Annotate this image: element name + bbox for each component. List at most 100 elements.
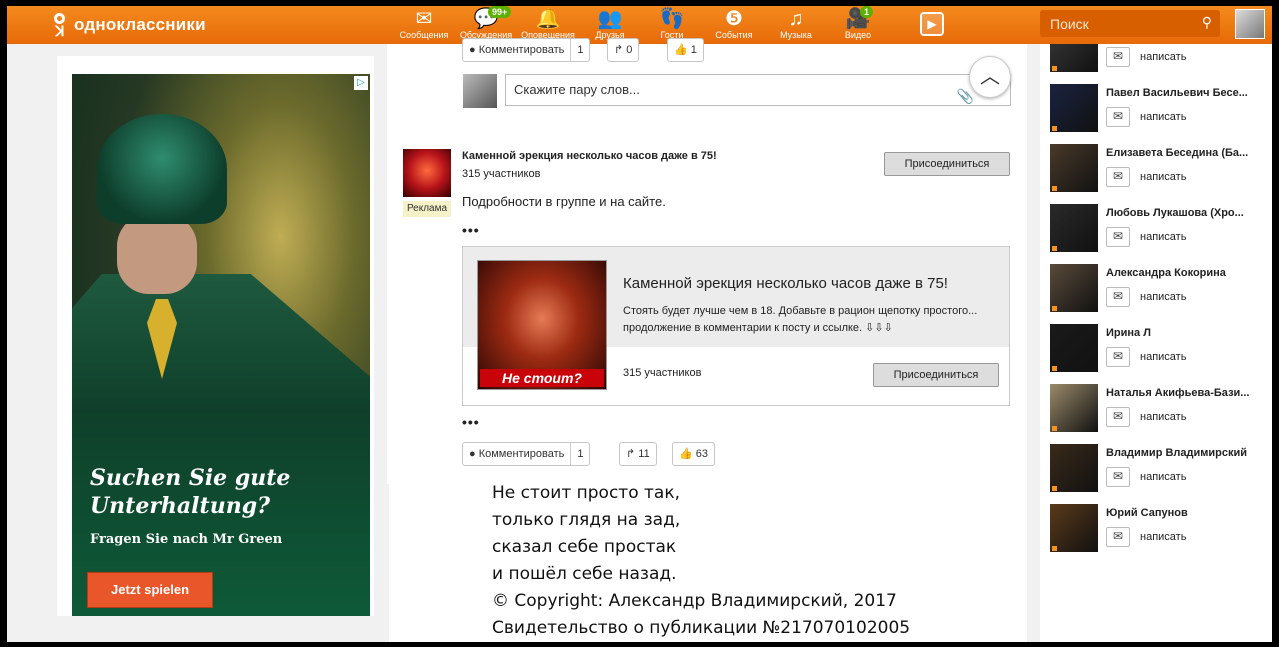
like-count: 1	[690, 44, 697, 56]
friend-item[interactable]: ✉ написать	[1050, 44, 1270, 82]
friend-name[interactable]: Юрий Сапунов	[1106, 507, 1270, 519]
friend-avatar[interactable]	[1050, 84, 1098, 132]
user-avatar[interactable]	[1235, 9, 1265, 39]
ad-cta-button[interactable]: Jetzt spielen	[87, 572, 213, 608]
friend-avatar[interactable]	[1050, 444, 1098, 492]
nav-6[interactable]: ❺ События	[703, 6, 765, 44]
friend-item[interactable]: Павел Васильевич Бесе... ✉ написать	[1050, 84, 1270, 142]
ad-label: Реклама	[403, 201, 451, 217]
message-envelope-icon[interactable]: ✉	[1106, 47, 1130, 67]
footprints-icon: 👣	[659, 8, 685, 30]
friend-name[interactable]: Ирина Л	[1106, 327, 1270, 339]
search-input[interactable]	[1040, 10, 1180, 37]
video-play-icon[interactable]: ▶	[920, 12, 944, 36]
message-envelope-icon[interactable]: ✉	[1106, 287, 1130, 307]
online-indicator	[1052, 306, 1057, 311]
envelope-icon: ✉	[415, 8, 433, 30]
friend-item[interactable]: Елизавета Беседина (Ба... ✉ написать	[1050, 144, 1270, 202]
write-link[interactable]: написать	[1140, 291, 1186, 303]
join-group-button[interactable]: Присоединиться	[884, 152, 1010, 176]
group-members: 315 участников	[462, 168, 541, 180]
group-title[interactable]: Каменной эрекция несколько часов даже в …	[462, 150, 717, 162]
message-envelope-icon[interactable]: ✉	[1106, 467, 1130, 487]
friend-avatar[interactable]	[1050, 144, 1098, 192]
friend-avatar[interactable]	[1050, 204, 1098, 252]
friend-item[interactable]: Александра Кокорина ✉ написать	[1050, 264, 1270, 322]
message-envelope-icon[interactable]: ✉	[1106, 407, 1130, 427]
like-button[interactable]: 👍 1	[667, 38, 704, 62]
online-indicator	[1052, 486, 1057, 491]
comment-count-2: 1	[577, 448, 584, 460]
preview-title[interactable]: Каменной эрекция несколько часов даже в …	[623, 275, 948, 292]
nav-label: Видео	[844, 30, 872, 40]
site-logo[interactable]: ꓘ одноклассники	[49, 12, 206, 38]
ad-image[interactable]: ▷ Suchen Sie gute Unterhaltung? Fragen S…	[72, 74, 370, 616]
search-icon[interactable]: ⚲	[1202, 14, 1212, 31]
write-link[interactable]: написать	[1140, 231, 1186, 243]
comment-input[interactable]: Скажите пару слов... 📎	[505, 74, 1011, 106]
comment-button-2[interactable]: ● Комментировать 1	[462, 442, 591, 466]
ad-suit-shape	[72, 274, 370, 616]
write-link[interactable]: написать	[1140, 111, 1186, 123]
nav-1[interactable]: ✉ Сообщения	[393, 6, 455, 44]
friend-item[interactable]: Юрий Сапунов ✉ написать	[1050, 504, 1270, 562]
share-button-2[interactable]: ↱ 11	[619, 442, 657, 466]
nav-badge: 1	[860, 6, 874, 18]
nav-8[interactable]: 🎥 Видео 1	[827, 6, 889, 44]
write-link[interactable]: написать	[1140, 351, 1186, 363]
music-note-icon: ♫	[788, 8, 804, 30]
friend-item[interactable]: Любовь Лукашова (Хро... ✉ написать	[1050, 204, 1270, 262]
preview-join-button[interactable]: Присоединиться	[873, 363, 999, 387]
friend-name[interactable]: Любовь Лукашова (Хро...	[1106, 207, 1270, 219]
comment-button[interactable]: ● Комментировать 1	[462, 38, 591, 62]
friend-item[interactable]: Владимир Владимирский ✉ написать	[1050, 444, 1270, 502]
friend-item[interactable]: Наталья Акифьева-Бази... ✉ написать	[1050, 384, 1270, 442]
write-link[interactable]: написать	[1140, 171, 1186, 183]
group-thumbnail[interactable]	[403, 149, 451, 197]
message-envelope-icon[interactable]: ✉	[1106, 107, 1130, 127]
online-indicator	[1052, 546, 1057, 551]
feed-post: ● Комментировать 1 ↱ 0 👍 1 Скажите пару с…	[387, 38, 1027, 134]
group-preview-image[interactable]: Не стоит?	[477, 260, 607, 390]
message-envelope-icon[interactable]: ✉	[1106, 227, 1130, 247]
share-button[interactable]: ↱ 0	[607, 38, 640, 62]
friend-avatar[interactable]	[1050, 384, 1098, 432]
friend-avatar[interactable]	[1050, 324, 1098, 372]
friend-name[interactable]: Александра Кокорина	[1106, 267, 1270, 279]
bell-icon: 🔔	[535, 8, 561, 30]
message-envelope-icon[interactable]: ✉	[1106, 347, 1130, 367]
sidebar-ad[interactable]: ▷ Suchen Sie gute Unterhaltung? Fragen S…	[57, 56, 374, 616]
share-icon: ↱	[614, 44, 624, 56]
events-icon: ❺	[725, 8, 743, 30]
group-preview-card[interactable]: Не стоит? Каменной эрекция несколько час…	[462, 246, 1010, 406]
adchoices-icon[interactable]: ▷	[354, 76, 368, 90]
write-link[interactable]: написать	[1140, 411, 1186, 423]
preview-description: Стоять будет лучше чем в 18. Добавьте в …	[623, 305, 978, 334]
logo-text: одноклассники	[74, 15, 206, 34]
friend-item[interactable]: Ирина Л ✉ написать	[1050, 324, 1270, 382]
like-button-2[interactable]: 👍 63	[672, 442, 716, 466]
ad-subline: Fragen Sie nach Mr Green	[90, 532, 283, 547]
friend-avatar[interactable]	[1050, 44, 1098, 72]
ad-hat-shape	[97, 114, 227, 224]
message-envelope-icon[interactable]: ✉	[1106, 527, 1130, 547]
nav-7[interactable]: ♫ Музыка	[765, 6, 827, 44]
online-friends-list: ✉ написать Павел Васильевич Бесе... ✉ написа…	[1040, 44, 1272, 642]
message-envelope-icon[interactable]: ✉	[1106, 167, 1130, 187]
friend-name[interactable]: Владимир Владимирский	[1106, 447, 1270, 459]
friend-name[interactable]: Наталья Акифьева-Бази...	[1106, 387, 1270, 399]
sponsored-post: Реклама Каменной эрекция несколько часов…	[387, 134, 1027, 484]
friend-name[interactable]: Елизавета Беседина (Ба...	[1106, 147, 1270, 159]
write-link[interactable]: написать	[1140, 531, 1186, 543]
friend-name[interactable]: Павел Васильевич Бесе...	[1106, 87, 1270, 99]
post-text: Подробности в группе и на сайте.	[462, 194, 666, 209]
friend-avatar[interactable]	[1050, 264, 1098, 312]
write-link[interactable]: написать	[1140, 51, 1186, 63]
more-dots-2[interactable]: •••	[462, 414, 480, 430]
thumbs-up-icon: 👍	[679, 448, 693, 460]
friend-avatar[interactable]	[1050, 504, 1098, 552]
write-link[interactable]: написать	[1140, 471, 1186, 483]
scroll-to-top-button[interactable]: ︿	[969, 56, 1011, 98]
poem-block: Не стоит просто так, только глядя на зад…	[389, 483, 1027, 642]
more-dots[interactable]: •••	[462, 222, 480, 238]
